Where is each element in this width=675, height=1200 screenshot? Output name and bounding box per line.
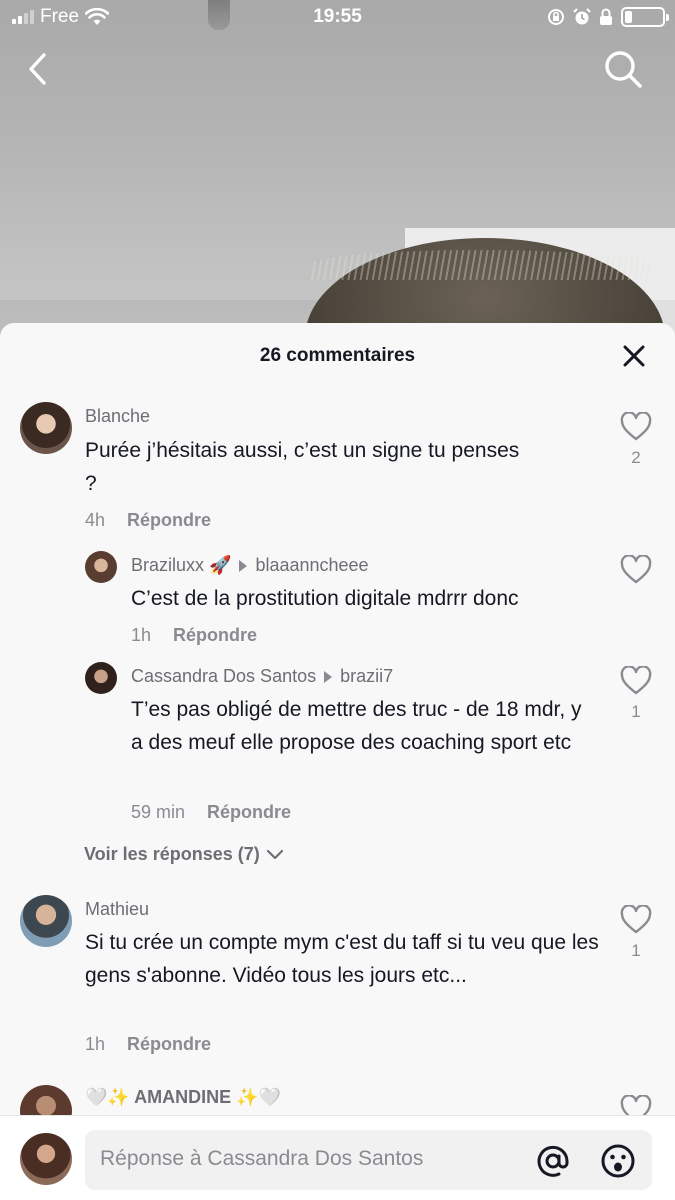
comment-time: 59 min <box>131 802 186 822</box>
hair-highlight <box>310 250 650 280</box>
comment-meta: 1h Répondre <box>85 1034 211 1055</box>
search-button[interactable] <box>600 46 646 92</box>
comment-username[interactable]: Mathieu <box>85 899 149 920</box>
comment-meta: 4h Répondre <box>85 510 211 531</box>
reply-arrow-icon <box>239 559 248 572</box>
comment-username[interactable]: Blanche <box>85 406 150 427</box>
comment-meta: 1h Répondre <box>131 625 257 646</box>
close-button[interactable] <box>619 341 649 371</box>
like-button[interactable] <box>616 554 656 591</box>
chevron-down-icon <box>266 849 283 859</box>
emoji-icon <box>601 1144 635 1178</box>
avatar[interactable] <box>85 551 117 583</box>
comment-time: 1h <box>85 1034 106 1054</box>
avatar[interactable] <box>20 402 72 454</box>
heart-icon <box>620 665 652 695</box>
comment-text: C’est de la prostitution digitale mdrrr … <box>131 587 519 610</box>
comment-username[interactable]: 🤍✨ AMANDINE ✨🤍 <box>85 1087 281 1108</box>
reply-button[interactable]: Répondre <box>127 1034 211 1055</box>
comment-username[interactable]: Cassandra Dos Santos <box>131 666 316 687</box>
heart-icon <box>620 411 652 441</box>
avatar[interactable] <box>85 662 117 694</box>
orientation-lock-icon <box>548 9 564 25</box>
sheet-header: 26 commentaires <box>0 323 675 387</box>
input-placeholder: Réponse à Cassandra Dos Santos <box>100 1147 424 1170</box>
close-icon <box>623 345 645 367</box>
reply-to-username[interactable]: brazii7 <box>340 666 393 687</box>
search-icon <box>605 51 642 88</box>
comments-sheet: 26 commentaires Blanche Purée j’hésitais… <box>0 323 675 1200</box>
view-replies-button[interactable]: Voir les réponses (7) <box>84 844 284 865</box>
comments-count-title: 26 commentaires <box>259 345 416 366</box>
like-count: 1 <box>631 941 641 960</box>
reply-username-row: Braziluxx 🚀 blaaanncheee <box>131 555 369 576</box>
comment-text: T’es pas obligé de mettre des truc - de … <box>131 698 582 754</box>
comment-meta: 59 min Répondre <box>131 802 291 823</box>
reply-button[interactable]: Répondre <box>127 510 211 531</box>
alarm-icon <box>573 8 591 25</box>
like-count: 2 <box>631 448 641 467</box>
like-button[interactable]: 1 <box>616 665 656 722</box>
back-button[interactable] <box>14 46 60 92</box>
heart-icon <box>620 554 652 584</box>
emoji-button[interactable] <box>599 1142 637 1180</box>
comment-text: Purée j’hésitais aussi, c’est un signe t… <box>85 439 520 495</box>
avatar[interactable] <box>20 895 72 947</box>
like-count: 1 <box>631 702 641 721</box>
battery-icon <box>621 7 669 27</box>
like-button[interactable]: 1 <box>616 904 656 961</box>
video-background[interactable] <box>0 0 675 438</box>
comment-username[interactable]: Braziluxx 🚀 <box>131 555 231 576</box>
heart-icon <box>620 904 652 934</box>
reply-username-row: Cassandra Dos Santos brazii7 <box>131 666 393 687</box>
lock-icon <box>600 8 612 25</box>
reply-button[interactable]: Répondre <box>173 625 257 646</box>
comment-input[interactable]: Réponse à Cassandra Dos Santos <box>85 1130 652 1190</box>
comment-time: 1h <box>131 625 152 645</box>
comment-time: 4h <box>85 510 106 530</box>
mention-button[interactable] <box>534 1142 572 1180</box>
current-user-avatar[interactable] <box>20 1133 72 1185</box>
reply-to-username[interactable]: blaaanncheee <box>255 555 368 576</box>
reply-button[interactable]: Répondre <box>207 802 291 823</box>
at-icon <box>537 1145 569 1177</box>
status-bar: Free 19:55 <box>0 0 675 36</box>
comment-text: Si tu crée un compte mym c'est du taff s… <box>85 931 599 987</box>
comment-input-bar: Réponse à Cassandra Dos Santos <box>0 1115 675 1200</box>
view-replies-label: Voir les réponses (7) <box>84 844 260 864</box>
chevron-left-icon <box>29 53 46 85</box>
reply-arrow-icon <box>324 670 333 683</box>
like-button[interactable]: 2 <box>616 411 656 468</box>
